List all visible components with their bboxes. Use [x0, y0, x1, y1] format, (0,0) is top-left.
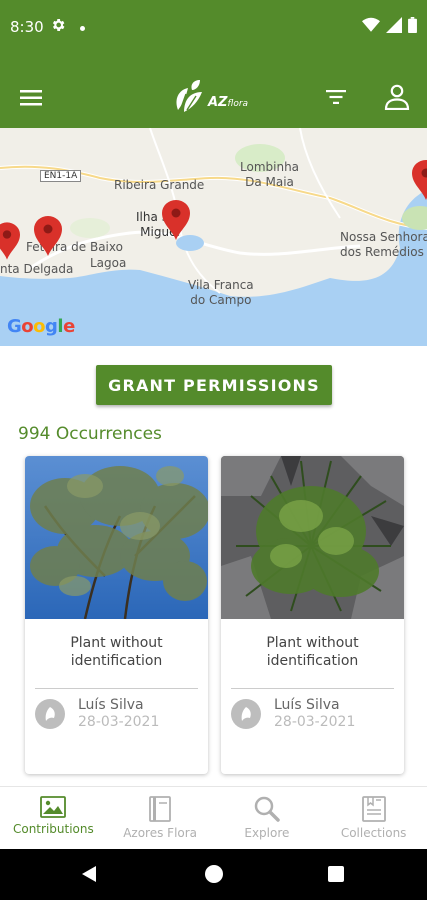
card-title: Plant without identification [266, 635, 359, 669]
card-title: Plant without identification [70, 635, 163, 669]
home-icon[interactable] [205, 865, 223, 883]
app-bar: AZflora [0, 56, 427, 128]
status-icons [362, 17, 417, 33]
back-icon[interactable] [80, 865, 98, 883]
map-label-lombinha: Lombinha Da Maia [240, 160, 300, 189]
logo-text: AZflora [208, 95, 248, 110]
user-avatar-icon [231, 699, 261, 729]
map-label-lagoa: Lagoa [90, 256, 127, 270]
notification-dot-icon [80, 26, 85, 31]
google-attribution: Google [7, 316, 75, 337]
battery-icon [408, 17, 417, 33]
nav-contributions[interactable]: Contributions [0, 787, 107, 849]
map-pin-icon[interactable] [34, 216, 62, 256]
menu-icon[interactable] [20, 89, 42, 112]
logo-main-text: AZ [208, 94, 228, 110]
signal-icon [386, 17, 402, 33]
card-divider [35, 688, 198, 689]
nav-collections[interactable]: Collections [320, 787, 427, 849]
occurrences-map[interactable]: EN1-1A Lombinha Da Maia Ribeira Grande I… [0, 128, 427, 346]
nav-azores-flora[interactable]: Azores Flora [107, 787, 214, 849]
card-user: Luís Silva 28-03-2021 [25, 697, 208, 731]
system-navigation-bar [0, 849, 427, 900]
nav-label: Azores Flora [123, 826, 198, 840]
collections-icon [361, 796, 386, 822]
map-label-ponta-delgada: nta Delgada [0, 262, 74, 276]
occurrence-photo [221, 456, 404, 619]
user-avatar-icon [35, 699, 65, 729]
user-name: Luís Silva [78, 697, 144, 713]
map-pin-icon[interactable] [162, 200, 190, 240]
user-name: Luís Silva [274, 697, 340, 713]
occurrence-card[interactable]: Plant without identification Luís Silva … [221, 456, 404, 774]
status-bar: 8:30 [0, 0, 427, 56]
map-label-ribeira-grande: Ribeira Grande [114, 178, 205, 192]
nav-label: Explore [244, 826, 290, 840]
filter-icon[interactable] [326, 90, 346, 109]
occurrence-date: 28-03-2021 [274, 714, 356, 730]
nav-label: Collections [340, 826, 407, 840]
road-sign: EN1-1A [40, 170, 82, 182]
recent-apps-icon[interactable] [328, 866, 344, 882]
search-icon [254, 796, 280, 822]
nav-explore[interactable]: Explore [214, 787, 321, 849]
settings-gear-icon [50, 17, 66, 38]
account-icon[interactable] [384, 84, 410, 115]
nav-label: Contributions [12, 822, 94, 836]
map-label-vila-franca: Vila Franca do Campo [188, 278, 254, 307]
grant-permissions-button[interactable]: GRANT PERMISSIONS [96, 365, 332, 405]
leaf-logo-icon [176, 80, 202, 112]
map-pin-icon[interactable] [0, 222, 20, 260]
azflora-logo: AZflora [172, 78, 248, 114]
occurrences-count: 994 Occurrences [18, 424, 162, 444]
occurrence-card[interactable]: Plant without identification Luís Silva … [25, 456, 208, 774]
status-time: 8:30 [10, 18, 44, 36]
occurrence-date: 28-03-2021 [78, 714, 160, 730]
occurrence-photo [25, 456, 208, 619]
map-pin-icon[interactable] [412, 160, 427, 200]
image-icon [40, 796, 67, 818]
book-icon [149, 796, 172, 822]
map-label-nossa-senhora: Nossa Senhora dos Remédios [340, 230, 427, 259]
wifi-icon [362, 17, 380, 32]
logo-sub-text: flora [227, 98, 249, 109]
bottom-navigation: Contributions Azores Flora Explore Colle… [0, 786, 427, 849]
card-divider [231, 688, 394, 689]
card-user: Luís Silva 28-03-2021 [221, 697, 404, 731]
